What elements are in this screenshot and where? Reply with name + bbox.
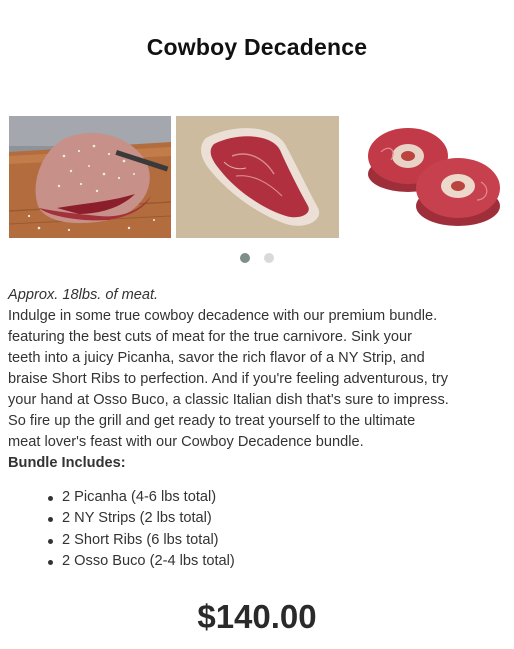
- list-item: 2 Osso Buco (2-4 lbs total): [48, 551, 235, 572]
- product-title: Cowboy Decadence: [146, 34, 368, 60]
- ny-strip-steak-image[interactable]: [176, 116, 339, 238]
- description-line: teeth into a juicy Picanha, savor the ri…: [8, 350, 425, 366]
- carousel-pagination: [0, 253, 514, 263]
- description-line: So fire up the grill and get ready to tr…: [8, 413, 416, 429]
- picanha-roast-image[interactable]: [9, 116, 171, 238]
- carousel-dot-1[interactable]: [240, 253, 250, 263]
- description-line: meat lover's feast with our Cowboy Decad…: [8, 434, 364, 450]
- description-line: Indulge in some true cowboy decadence wi…: [8, 308, 438, 324]
- list-item: 2 NY Strips (2 lbs total): [48, 508, 235, 529]
- list-item: 2 Short Ribs (6 lbs total): [48, 530, 235, 551]
- bundle-items-list: 2 Picanha (4-6 lbs total) 2 NY Strips (2…: [48, 487, 235, 572]
- product-price: $140.00: [197, 598, 317, 635]
- approx-weight-text: Approx. 18lbs. of meat.: [8, 287, 159, 303]
- carousel-dot-2[interactable]: [264, 253, 274, 263]
- osso-buco-image[interactable]: [351, 116, 514, 238]
- image-carousel[interactable]: [9, 116, 514, 238]
- description-line: braise Short Ribs to perfection. And if …: [8, 371, 449, 387]
- description-line: your hand at Osso Buco, a classic Italia…: [8, 392, 449, 408]
- bundle-includes-heading: Bundle Includes:: [8, 455, 126, 471]
- description-line: featuring the best cuts of meat for the …: [8, 329, 412, 345]
- list-item: 2 Picanha (4-6 lbs total): [48, 487, 235, 508]
- product-description: Approx. 18lbs. of meat. Indulge in some …: [8, 285, 508, 474]
